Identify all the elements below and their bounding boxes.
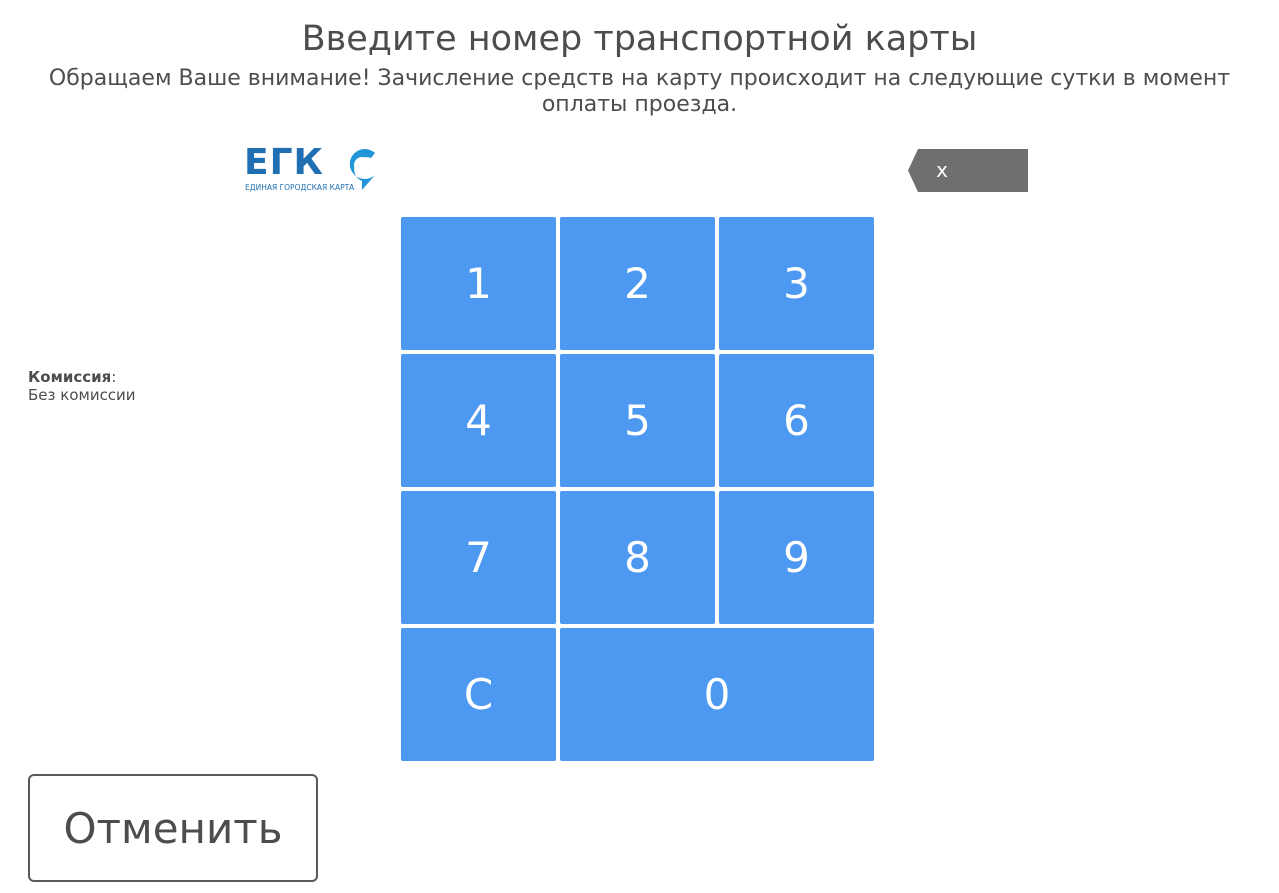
payment-terminal-screen: Введите номер транспортной карты Обращае… xyxy=(0,0,1279,893)
logo-text: ЕГК xyxy=(244,142,324,183)
cancel-button[interactable]: Отменить xyxy=(28,774,318,882)
key-8[interactable]: 8 xyxy=(560,491,715,624)
backspace-icon xyxy=(908,149,1028,192)
key-4[interactable]: 4 xyxy=(401,354,556,487)
key-1[interactable]: 1 xyxy=(401,217,556,350)
commission-info: Комиссия: Без комиссии xyxy=(28,368,136,404)
logo-subtitle: ЕДИНАЯ ГОРОДСКАЯ КАРТА xyxy=(245,183,355,192)
key-2[interactable]: 2 xyxy=(560,217,715,350)
page-title: Введите номер транспортной карты xyxy=(301,19,978,59)
commission-value: Без комиссии xyxy=(28,386,136,404)
backspace-button[interactable]: x xyxy=(908,149,1028,192)
key-5[interactable]: 5 xyxy=(560,354,715,487)
numeric-keypad: 1 2 3 4 5 6 7 8 9 C 0 xyxy=(401,217,874,761)
backspace-label: x xyxy=(936,158,948,182)
key-clear[interactable]: C xyxy=(401,628,556,761)
key-0[interactable]: 0 xyxy=(560,628,874,761)
commission-label: Комиссия xyxy=(28,368,112,386)
key-7[interactable]: 7 xyxy=(401,491,556,624)
commission-separator: : xyxy=(111,368,117,386)
key-9[interactable]: 9 xyxy=(719,491,874,624)
notice-text: Обращаем Ваше внимание! Зачисление средс… xyxy=(48,66,1231,117)
key-6[interactable]: 6 xyxy=(719,354,874,487)
egk-logo: ЕГК ЕДИНАЯ ГОРОДСКАЯ КАРТА xyxy=(244,144,384,196)
key-3[interactable]: 3 xyxy=(719,217,874,350)
